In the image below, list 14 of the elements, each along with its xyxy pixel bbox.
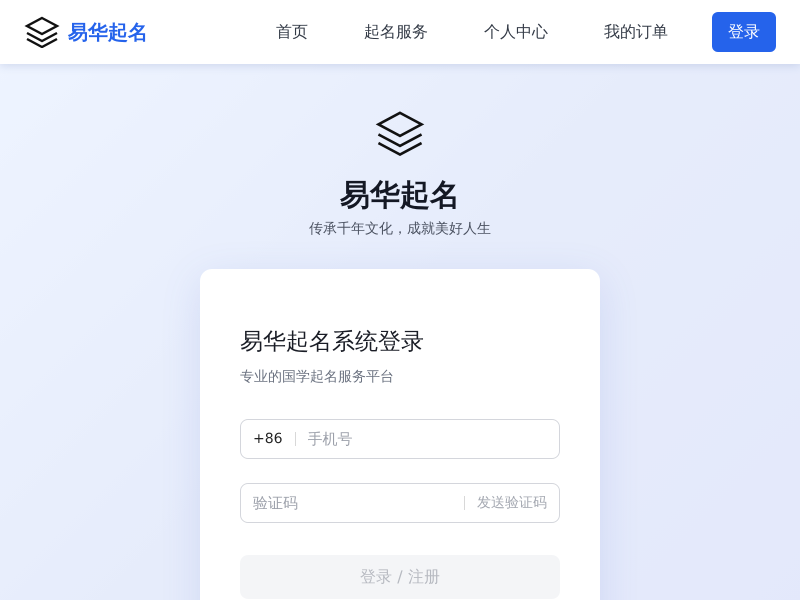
nav-link[interactable]: 个人中心: [484, 22, 548, 42]
country-code[interactable]: +86: [253, 431, 283, 447]
card-subtitle: 专业的国学起名服务平台: [240, 368, 395, 387]
card-title: 易华起名系统登录: [240, 328, 425, 357]
slogan: 传承千年文化，成就美好人生: [309, 220, 491, 238]
nav-link[interactable]: 我的订单: [604, 22, 668, 42]
nav-link[interactable]: 首页: [276, 22, 308, 42]
nav-link[interactable]: 起名服务: [364, 22, 428, 42]
hero-title: 易华起名: [340, 178, 460, 214]
phone-field[interactable]: +86 手机号: [240, 419, 560, 459]
brand-name[interactable]: 易华起名: [68, 18, 148, 46]
layers-icon: [24, 16, 60, 48]
login-button[interactable]: 登录: [712, 12, 776, 52]
layers-icon: [374, 110, 426, 156]
